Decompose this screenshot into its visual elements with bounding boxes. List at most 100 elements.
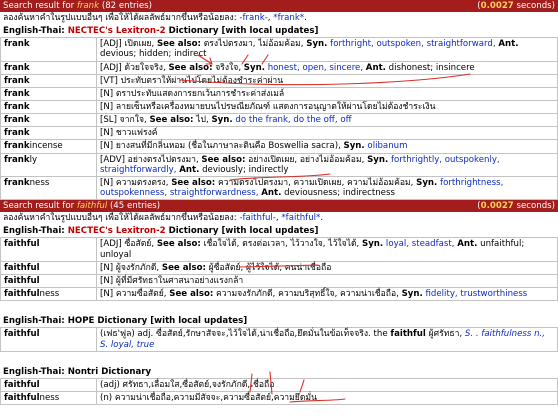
search-word: faithful	[76, 200, 108, 211]
entry-definition: [N] ความซื่อสัตย์, See also: ความจงรักภั…	[96, 287, 558, 302]
entry-definition: [SL] จากใจ, See also: ไป, Syn. do the fr…	[96, 113, 558, 128]
part-of-speech: [N]	[100, 88, 114, 99]
dictionary-title-hope: English-Thai: HOPE Dictionary [with loca…	[3, 316, 248, 327]
table-row: faithfulness (n) ความน่าเชื่อถือ,ความมีสั…	[0, 391, 558, 406]
part-of-speech: [N]	[100, 102, 114, 113]
dictionary-title-lexitron: English-Thai: NECTEC's Lexitron-2 Dictio…	[3, 26, 319, 36]
search-result-bar-faithful: Search result for faithful (45 entries) …	[0, 200, 558, 213]
entry-headword[interactable]: faithfulness	[0, 391, 97, 406]
entry-definition: [ADJ] ซื่อสัตย์, See also: เชื่อใจได้, ต…	[96, 237, 558, 262]
table-row: frank [N] ชาวแฟรงค์	[0, 126, 558, 141]
antonym-text: deviousness; indirectness	[281, 188, 395, 198]
synonym-label: Syn.	[401, 289, 423, 300]
antonym-label: Ant.	[457, 239, 478, 250]
entry-headword[interactable]: frankness	[0, 175, 97, 201]
entry-headword[interactable]: frank	[0, 60, 97, 75]
synonym-label: Syn.	[211, 115, 233, 126]
entry-definition: [ADV] อย่างตรงไปตรงมา, See also: อย่างเป…	[96, 152, 558, 177]
entry-definition: [N] ผู้ที่มีศรัทธาในศาสนาอย่างแรงกล้า	[96, 273, 558, 289]
synonym-label: Syn.	[416, 177, 438, 188]
entry-definition: [N] ยางสนที่มีกลิ่นหอม (ชื่อในภาษาละตินค…	[96, 139, 558, 154]
search-timing: (0.0027 seconds)	[477, 200, 555, 211]
part-of-speech: [N]	[100, 128, 114, 139]
entry-headword[interactable]: faithfulness	[0, 287, 97, 302]
suggest-alternatives: ลองค้นหาคำในรูปแบบอื่นๆ เพื่อให้ได้ผลลัพ…	[3, 13, 307, 23]
part-of-speech: [SL]	[100, 115, 117, 126]
entry-headword[interactable]: frank	[0, 37, 97, 62]
entry-definition: [N] ลายเซ็นหรือเครื่องหมายบนไปรษณียภัณฑ์…	[96, 100, 558, 115]
antonym-label: Ant.	[365, 62, 386, 73]
see-also-label: See also:	[149, 115, 194, 126]
antonym-text: deviously; indirectly	[199, 164, 289, 175]
table-row: faithful [N] ผู้ที่มีศรัทธาในศาสนาอย่างแร…	[0, 273, 558, 289]
entry-headword[interactable]: faithful	[0, 273, 97, 289]
part-of-speech: [ADJ]	[100, 62, 122, 73]
table-row: frank [ADJ] เปิดเผย, See also: ตรงไปตรงมา…	[0, 37, 558, 62]
entry-headword[interactable]: frank	[0, 126, 97, 141]
synonym-label: Syn.	[306, 39, 328, 50]
table-row: faithful [N] ผู้จงรักภักดี, See also: ผู้…	[0, 260, 558, 275]
entry-headword[interactable]: frank	[0, 73, 97, 88]
see-also-label: See also:	[161, 262, 206, 273]
entry-headword[interactable]: frank	[0, 113, 97, 128]
lexitron-table-faithful: faithful [ADJ] ซื่อสัตย์, See also: เชื่อ…	[0, 237, 558, 302]
antonym-label: Ant.	[261, 188, 282, 198]
search-result-heading: Search result for faithful (45 entries)	[3, 200, 161, 211]
table-row: frank [N] ลายเซ็นหรือเครื่องหมายบนไปรษณีย…	[0, 100, 558, 115]
entry-headword[interactable]: frankly	[0, 152, 97, 177]
table-row: frank [ADJ] ด้วยใจจริง, See also: จริงใจ,…	[0, 60, 558, 75]
synonym-links[interactable]: honest, open, sincere,	[265, 63, 366, 73]
entry-definition: [ADJ] ด้วยใจจริง, See also: จริงใจ, Syn.…	[96, 60, 558, 75]
entry-headword[interactable]: frank	[0, 100, 97, 115]
entry-headword[interactable]: faithful	[0, 237, 97, 262]
lexitron-table-frank: frank [ADJ] เปิดเผย, See also: ตรงไปตรงมา…	[0, 37, 558, 201]
table-row: frankly [ADV] อย่างตรงไปตรงมา, See also: …	[0, 152, 558, 177]
synonym-links[interactable]: do the frank, do the off, off	[233, 115, 351, 125]
antonym-label: Ant.	[179, 164, 200, 175]
part-of-speech: [N]	[100, 275, 114, 286]
search-result-heading: Search result for frank (82 entries)	[3, 0, 153, 11]
antonym-text: devious; hidden; indirect	[100, 49, 207, 60]
table-row: faithful [ADJ] ซื่อสัตย์, See also: เชื่อ…	[0, 237, 558, 262]
part-of-speech: [N]	[100, 141, 114, 152]
table-row: frank [N] ตราประทับแสดงการยกเว้นการชำระค่…	[0, 86, 558, 102]
entry-definition: (เฟธ'ฟูล) adj. ซื่อสัตย์,รักษาสัจจะ,ไว้ใ…	[96, 327, 558, 352]
hope-table: faithful (เฟธ'ฟูล) adj. ซื่อสัตย์,รักษาส…	[0, 327, 558, 352]
dictionary-title-nontri: English-Thai: Nontri Dictionary	[3, 366, 152, 377]
synonym-links[interactable]: olibanum	[365, 141, 407, 151]
synonym-links[interactable]: loyal, steadfast,	[383, 239, 457, 249]
synonym-label: Syn.	[243, 62, 265, 73]
suggest-link[interactable]: -frank-	[239, 13, 267, 23]
entry-headword[interactable]: faithful	[0, 327, 97, 352]
entry-definition: [VT] ประทับตราให้ผ่านไปโดยไม่ต้องชำระค่า…	[96, 73, 558, 88]
synonym-links[interactable]: forthright, outspoken, straightforward,	[327, 39, 498, 49]
see-also-label: See also:	[168, 62, 213, 73]
entry-headword[interactable]: faithful	[0, 378, 97, 393]
table-row: frank [SL] จากใจ, See also: ไป, Syn. do t…	[0, 113, 558, 128]
part-of-speech: [N]	[100, 177, 114, 188]
part-of-speech: [N]	[100, 262, 114, 273]
entry-headword[interactable]: faithful	[0, 260, 97, 275]
synonym-label: Syn.	[343, 141, 365, 152]
see-also-label: See also:	[156, 39, 201, 50]
synonym-label: Syn.	[367, 154, 389, 165]
suggest-link[interactable]: *faithful*	[281, 213, 320, 223]
entry-definition: [N] ตราประทับแสดงการยกเว้นการชำระค่าส่งเ…	[96, 86, 558, 102]
entry-headword[interactable]: frankincense	[0, 139, 97, 154]
part-of-speech: [ADJ]	[100, 39, 122, 50]
synonym-links[interactable]: fidelity, trustworthiness	[423, 289, 528, 299]
suggest-link[interactable]: *frank*	[273, 13, 304, 23]
table-row: frank [VT] ประทับตราให้ผ่านไปโดยไม่ต้องชำ…	[0, 73, 558, 88]
see-also-label: See also:	[156, 239, 201, 250]
entry-headword[interactable]: frank	[0, 86, 97, 102]
see-also-label: See also:	[171, 177, 216, 188]
suggest-link[interactable]: -faithful-	[239, 213, 276, 223]
antonym-text: dishonest; insincere	[385, 62, 475, 73]
table-row: frankincense [N] ยางสนที่มีกลิ่นหอม (ชื่อ…	[0, 139, 558, 154]
antonym-label: Ant.	[498, 39, 519, 50]
dictionary-title-lexitron: English-Thai: NECTEC's Lexitron-2 Dictio…	[3, 226, 319, 237]
entry-definition: [N] ความตรงตรง, See also: ความตรงไปตรงมา…	[96, 175, 558, 201]
see-also-label: See also:	[201, 154, 246, 165]
